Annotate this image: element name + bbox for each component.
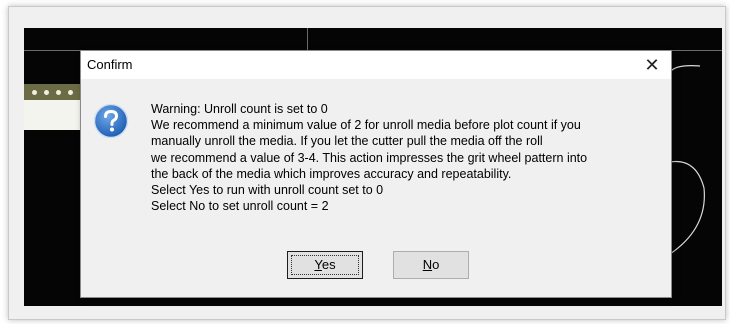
dot-icon (56, 90, 61, 95)
media-band (24, 84, 82, 100)
no-label: o (432, 257, 440, 272)
focus-rectangle (291, 255, 359, 275)
dot-icon (68, 90, 73, 95)
question-icon (93, 103, 129, 139)
media-strip (24, 84, 82, 130)
message-line: manually unroll the media. If you let th… (151, 134, 543, 149)
canvas-divider (307, 28, 308, 50)
close-icon: ✕ (644, 55, 660, 75)
message-line: Select No to set unroll count = 2 (151, 199, 329, 214)
dialog-message: Warning: Unroll count is set to 0 We rec… (151, 101, 663, 214)
plot-shape (670, 65, 705, 255)
message-line: We recommend a minimum value of 2 for un… (151, 118, 581, 133)
no-button[interactable]: No (393, 251, 469, 279)
dialog-title: Confirm (87, 57, 133, 72)
dialog-titlebar[interactable]: Confirm ✕ (81, 51, 671, 79)
dot-icon (32, 90, 37, 95)
dot-icon (44, 90, 49, 95)
yes-button[interactable]: Yes (287, 251, 363, 279)
confirm-dialog: Confirm ✕ Warning: Unroll count is set t… (80, 50, 672, 298)
close-button[interactable]: ✕ (639, 53, 665, 77)
no-mnemonic: N (422, 257, 433, 272)
message-line: the back of the media which improves acc… (151, 166, 512, 181)
message-line: we recommend a value of 3-4. This action… (151, 150, 588, 165)
message-line: Select Yes to run with unroll count set … (151, 183, 384, 198)
message-line: Warning: Unroll count is set to 0 (151, 102, 328, 116)
